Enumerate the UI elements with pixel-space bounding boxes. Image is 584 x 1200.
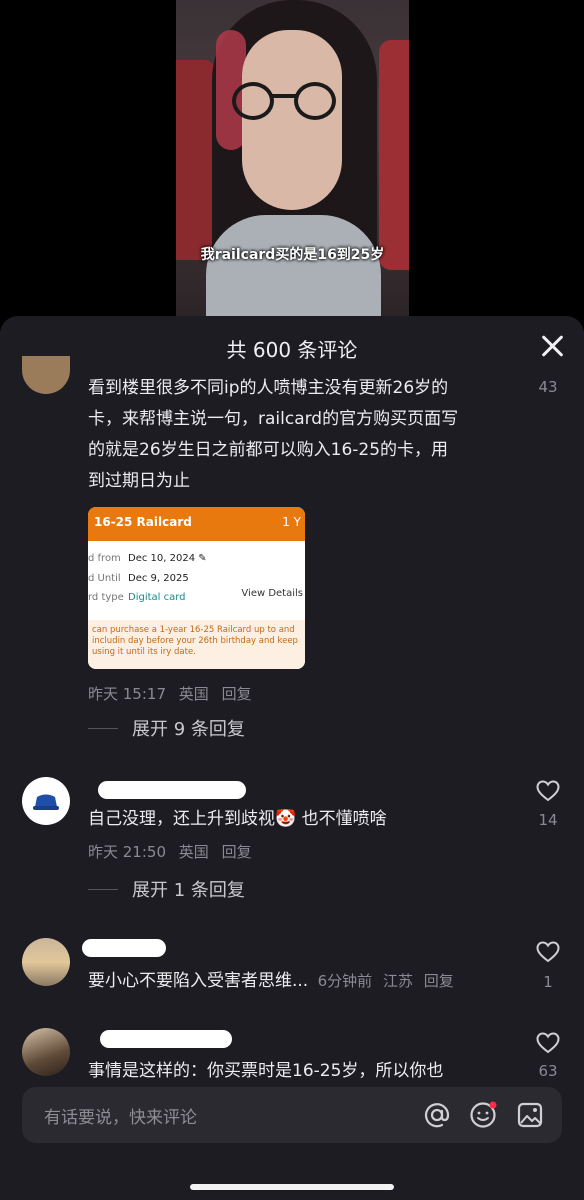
comment-meta: 昨天 15:17 英国 回复 [88, 683, 252, 704]
comments-count-title: 共 600 条评论 [226, 338, 358, 362]
comment-image-railcard[interactable]: 16-25 Railcard 1 Y d from Dec 10, 2024 ✎ … [88, 507, 305, 669]
comment-location: 英国 [178, 685, 209, 703]
expand-replies-button[interactable]: 展开 9 条回复 [88, 715, 245, 741]
comment-time: 昨天 15:17 [88, 685, 166, 703]
video-caption: 我railcard买的是16到25岁 [200, 247, 385, 263]
comment-input[interactable]: 有话要说，快来评论 [44, 1103, 197, 1128]
username-redacted [82, 939, 166, 957]
like-count: 14 [538, 811, 558, 829]
comment-time: 6分钟前 [317, 972, 373, 990]
railcard-row: rd type Digital card [88, 592, 186, 603]
video-player[interactable]: 我railcard买的是16到25岁 [176, 0, 409, 320]
comment-location: 英国 [178, 843, 209, 861]
avatar[interactable] [22, 777, 70, 825]
reply-button[interactable]: 回复 [424, 972, 454, 990]
comment-meta: 6分钟前 江苏 回复 [318, 972, 454, 990]
divider-line [88, 727, 118, 729]
avatar[interactable] [22, 1028, 70, 1076]
hat-icon [33, 794, 59, 810]
image-icon[interactable] [516, 1101, 544, 1129]
heart-icon [536, 1032, 560, 1054]
railcard-row: d from Dec 10, 2024 ✎ [88, 553, 207, 564]
at-icon[interactable] [423, 1101, 451, 1129]
heart-icon [536, 780, 560, 802]
person-face [242, 30, 342, 210]
like-button[interactable] [536, 941, 560, 963]
close-icon[interactable] [540, 334, 564, 358]
home-indicator[interactable] [190, 1184, 394, 1190]
railcard-row: d Until Dec 9, 2025 [88, 573, 189, 584]
divider-line [88, 888, 118, 890]
glasses-left-lens [232, 82, 274, 120]
railcard-header: 16-25 Railcard 1 Y [88, 507, 305, 541]
comment-time: 昨天 21:50 [88, 843, 166, 861]
reply-button[interactable]: 回复 [222, 685, 252, 703]
comments-sheet: 共 600 条评论 看到楼里很多不同ip的人喷博主没有更新26岁的 卡，来帮博主… [0, 316, 584, 1200]
glasses-bridge [272, 94, 296, 98]
comment-text: 要小心不要陷入受害者思维... 6分钟前 江苏 回复 [88, 971, 454, 991]
emoji-icon[interactable] [469, 1101, 497, 1129]
notification-dot [489, 1101, 497, 1109]
username-redacted [100, 1030, 232, 1048]
railcard-note: can purchase a 1-year 16-25 Railcard up … [88, 620, 305, 669]
view-details-link: View Details [241, 588, 303, 599]
heart-icon [536, 941, 560, 963]
comment-text: 看到楼里很多不同ip的人喷博主没有更新26岁的 卡，来帮博主说一句，railca… [88, 378, 459, 491]
person-body [206, 215, 381, 320]
comment-location: 江苏 [382, 972, 413, 990]
like-count: 1 [543, 973, 553, 991]
comment-input-bar[interactable]: 有话要说，快来评论 [22, 1087, 562, 1143]
avatar[interactable] [22, 356, 70, 394]
train-seat-left [176, 60, 216, 260]
comment-meta: 昨天 21:50 英国 回复 [88, 841, 252, 862]
comment-text: 事情是这样的：你买票时是16-25岁，所以你也 [88, 1061, 444, 1078]
reply-button[interactable]: 回复 [222, 843, 252, 861]
train-seat-right [379, 40, 409, 270]
username-redacted [98, 781, 246, 799]
glasses-right-lens [294, 82, 336, 120]
like-count: 43 [538, 378, 558, 396]
avatar[interactable] [22, 938, 70, 986]
expand-replies-button[interactable]: 展开 1 条回复 [88, 876, 245, 902]
like-button[interactable] [536, 1032, 560, 1054]
like-button[interactable] [536, 780, 560, 802]
comment-text: 自己没理，还上升到歧视🤡 也不懂喷啥 [88, 809, 387, 829]
like-count: 63 [538, 1062, 558, 1080]
